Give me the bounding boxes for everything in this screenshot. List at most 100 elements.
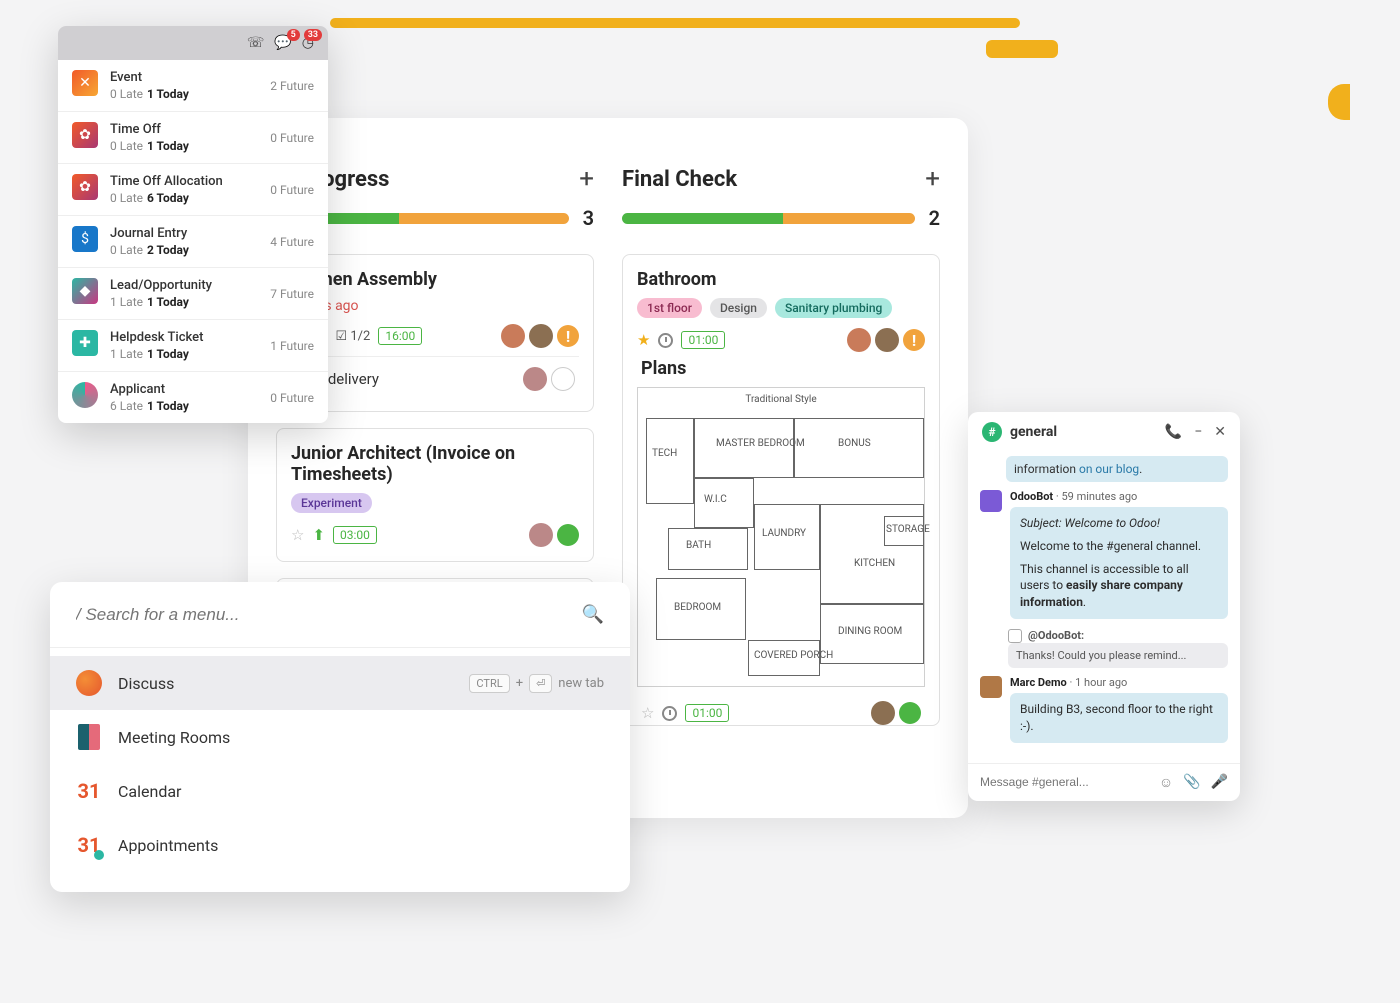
kanban-card[interactable]: Junior Architect (Invoice on Timesheets)… [276,428,594,562]
timeoff-icon: ✿ [72,174,98,200]
avatar [980,490,1002,512]
palette-item-label: Meeting Rooms [118,728,230,747]
calendar-icon: 31 [76,778,102,804]
chat-channel-name: general [1010,424,1057,440]
activity-title: Event [110,70,258,85]
avatar-mini [1008,629,1022,643]
call-icon[interactable]: 📞 [1165,424,1182,440]
activity-future: 0 Future [270,391,314,405]
chat-bubble: Subject: Welcome to Odoo! Welcome to the… [1010,507,1228,619]
star-icon[interactable]: ☆ [291,526,304,544]
event-icon: ✕ [72,70,98,96]
kanban-column-final-check: Final Check + 2 Bathroom 1st floor Desig… [622,164,940,818]
chat-reply-head: @OdooBot: [1008,629,1228,643]
search-icon[interactable]: 🔍 [582,604,604,625]
chat-reply-body: Thanks! Could you please remind... [1008,643,1228,668]
chat-prev-bubble: information on our blog. [1006,456,1228,482]
close-icon[interactable]: ✕ [1214,424,1226,440]
appointments-icon: 31 [76,832,102,858]
checklist-count: ☑ 1/2 [335,329,370,344]
tag: 1st floor [637,298,702,318]
activity-item[interactable]: ◆ Lead/Opportunity 1 Late1 Today 7 Futur… [58,268,328,320]
avatar [529,324,553,348]
clock-icon [662,706,677,721]
activity-meta: 0 Late1 Today [110,139,258,153]
activity-item[interactable]: ✕ Event 0 Late1 Today 2 Future [58,60,328,112]
chat-bubble: Building B3, second floor to the right :… [1010,693,1228,743]
status-badge: ! [903,329,925,351]
card-subtext: 2 days ago [291,298,579,314]
card-title: Bathroom [637,269,925,290]
card-title: Kitchen Assembly [291,269,579,290]
palette-item-label: Calendar [118,782,181,801]
chat-meta: Marc Demo · 1 hour ago [1010,676,1228,689]
activity-future: 7 Future [270,287,314,301]
activity-future: 2 Future [270,79,314,93]
activity-meta: 1 Late1 Today [110,295,258,309]
add-card-button[interactable]: + [925,164,940,194]
avatar [871,701,895,725]
search-input[interactable] [76,605,498,625]
avatar [875,328,899,352]
activity-item[interactable]: Applicant 6 Late1 Today 0 Future [58,372,328,423]
discuss-icon [76,670,102,696]
activity-item[interactable]: ✿ Time Off 0 Late1 Today 0 Future [58,112,328,164]
attach-icon[interactable]: 📎 [1183,774,1200,791]
avatar [523,367,547,391]
status-badge [557,524,579,546]
activities-icon[interactable]: ◷33 [302,35,314,51]
timeoff-icon: ✿ [72,122,98,148]
activity-item[interactable]: $ Journal Entry 0 Late2 Today 4 Future [58,216,328,268]
palette-item-meeting-rooms[interactable]: Meeting Rooms [50,710,630,764]
decorative-dot [1328,84,1350,120]
time-badge: 01:00 [685,704,729,722]
status-badge [899,702,921,724]
decorative-stroke [330,18,1020,28]
chat-input[interactable] [980,775,1129,789]
add-card-button[interactable]: + [579,164,594,194]
activity-meta: 0 Late6 Today [110,191,258,205]
palette-item-label: Appointments [118,836,218,855]
palette-item-calendar[interactable]: 31 Calendar [50,764,630,818]
phone-icon[interactable]: ☏ [247,35,265,51]
time-badge: 16:00 [378,327,422,345]
activity-meta: 0 Late2 Today [110,243,258,257]
column-title: Final Check [622,167,737,192]
upload-icon[interactable]: ⬆ [312,526,325,544]
floorplan-image: Traditional Style MASTER BEDROOM BONUS T… [637,387,925,687]
avatar [980,676,1002,698]
palette-item-appointments[interactable]: 31 Appointments [50,818,630,872]
star-icon[interactable]: ★ [637,331,650,349]
time-badge: 01:00 [681,331,725,349]
avatar [847,328,871,352]
minimize-icon[interactable]: − [1194,424,1202,440]
chat-message: OdooBot · 59 minutes ago Subject: Welcom… [980,490,1228,619]
activity-header: ☏ 💬5 ◷33 [58,26,328,60]
activity-item[interactable]: ✿ Time Off Allocation 0 Late6 Today 0 Fu… [58,164,328,216]
column-count: 3 [583,206,594,230]
time-badge: 03:00 [333,526,377,544]
tag: Design [710,298,767,318]
activity-meta: 6 Late1 Today [110,399,258,413]
tag: Sanitary plumbing [775,298,892,318]
palette-item-label: Discuss [118,674,174,693]
messages-icon[interactable]: 💬5 [274,35,291,51]
applicant-icon [72,382,98,408]
blog-link[interactable]: on our blog [1079,462,1139,476]
activity-title: Lead/Opportunity [110,278,258,293]
column-progress-bar [622,213,915,224]
emoji-icon[interactable]: ☺ [1159,774,1173,791]
palette-item-discuss[interactable]: Discuss CTRL + ⏎ new tab [50,656,630,710]
activity-item[interactable]: ✚ Helpdesk Ticket 1 Late1 Today 1 Future [58,320,328,372]
tag: Experiment [291,493,372,513]
meeting-rooms-icon [78,724,100,750]
kanban-card[interactable]: Bathroom 1st floor Design Sanitary plumb… [622,254,940,726]
status-empty [551,367,575,391]
chat-meta: OdooBot · 59 minutes ago [1010,490,1228,503]
lead-icon: ◆ [72,278,98,304]
activity-dropdown: ☏ 💬5 ◷33 ✕ Event 0 Late1 Today 2 Future … [58,26,328,423]
journal-icon: $ [72,226,98,252]
mic-icon[interactable]: 🎤 [1211,774,1228,791]
star-icon[interactable]: ☆ [641,704,654,722]
hash-icon: # [982,422,1002,442]
